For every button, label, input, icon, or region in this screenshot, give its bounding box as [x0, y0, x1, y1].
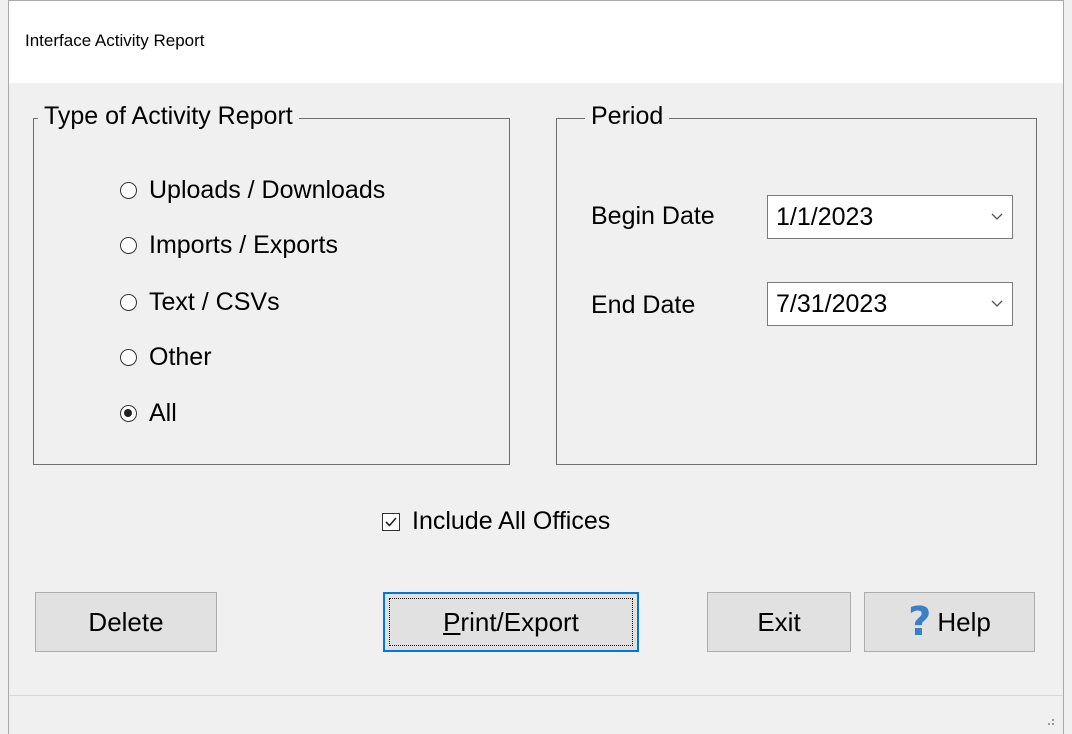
- radio-label: Imports / Exports: [149, 230, 338, 259]
- checkbox-checked-icon[interactable]: [382, 512, 400, 531]
- dialog-window: Interface Activity Report Type of Activi…: [8, 0, 1064, 734]
- end-date-value: 7/31/2023: [776, 289, 888, 318]
- radio-label: All: [149, 398, 177, 427]
- help-button-label: Help: [937, 606, 991, 637]
- radio-button-icon[interactable]: [120, 236, 137, 254]
- resize-grip-icon[interactable]: [1043, 714, 1055, 726]
- radio-button-icon[interactable]: [120, 348, 137, 366]
- period-group: Period Begin Date 1/1/2023 End Date 7/31…: [556, 99, 1037, 465]
- delete-button[interactable]: Delete: [35, 592, 217, 652]
- print-export-button[interactable]: Print/Export: [383, 592, 639, 652]
- window-title: Interface Activity Report: [25, 31, 205, 50]
- delete-button-label: Delete: [88, 606, 164, 637]
- activity-type-legend: Type of Activity Report: [38, 99, 299, 133]
- include-all-offices-label: Include All Offices: [412, 507, 611, 535]
- radio-button-icon[interactable]: [120, 181, 137, 199]
- chevron-down-icon[interactable]: [982, 300, 1012, 308]
- exit-button[interactable]: Exit: [707, 592, 851, 652]
- radio-button-checked-icon[interactable]: [120, 404, 137, 422]
- end-date-label: End Date: [591, 291, 696, 319]
- radio-label: Uploads / Downloads: [149, 175, 386, 204]
- period-legend: Period: [585, 99, 670, 133]
- help-button[interactable]: ? Help: [864, 592, 1035, 652]
- radio-text-csvs[interactable]: Text / CSVs: [120, 285, 280, 319]
- radio-uploads-downloads[interactable]: Uploads / Downloads: [120, 173, 385, 207]
- begin-date-value: 1/1/2023: [776, 202, 874, 231]
- include-all-offices-checkbox[interactable]: Include All Offices: [382, 507, 610, 536]
- exit-button-label: Exit: [757, 606, 801, 637]
- radio-label: Other: [149, 342, 212, 371]
- radio-button-icon[interactable]: [120, 293, 137, 311]
- status-bar-separator: [9, 695, 1063, 696]
- begin-date-label: Begin Date: [591, 202, 715, 230]
- focus-ring: [389, 598, 633, 646]
- radio-imports-exports[interactable]: Imports / Exports: [120, 228, 338, 262]
- end-date-dropdown[interactable]: 7/31/2023: [767, 282, 1013, 326]
- radio-all[interactable]: All: [120, 396, 177, 430]
- chevron-down-icon[interactable]: [982, 213, 1012, 221]
- radio-other[interactable]: Other: [120, 340, 212, 374]
- title-bar: Interface Activity Report: [9, 1, 1063, 83]
- activity-type-group: Type of Activity Report Uploads / Downlo…: [33, 99, 510, 465]
- question-mark-help-icon: ?: [908, 599, 932, 645]
- radio-label: Text / CSVs: [149, 287, 280, 316]
- begin-date-dropdown[interactable]: 1/1/2023: [767, 195, 1013, 239]
